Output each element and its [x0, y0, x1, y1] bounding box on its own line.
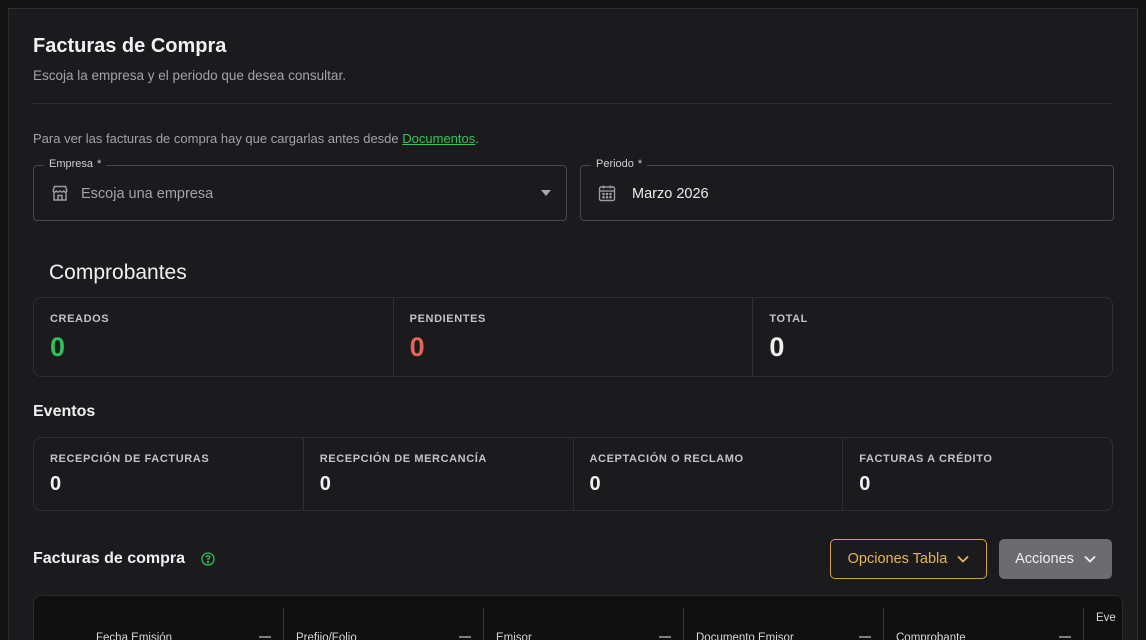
column-label: Emisor [496, 632, 532, 640]
acciones-button[interactable]: Acciones [999, 539, 1112, 579]
empresa-select[interactable]: Empresa * Escoja una empresa [33, 158, 567, 221]
documentos-link[interactable]: Documentos [402, 131, 475, 146]
column-label: Prefijo/Folio [296, 632, 357, 640]
card-label: FACTURAS A CRÉDITO [859, 453, 993, 465]
chevron-down-icon [1084, 551, 1096, 567]
card-label: TOTAL [769, 313, 808, 325]
column-label: Comprobante [896, 632, 966, 640]
periodo-value: Marzo 2026 [632, 186, 709, 202]
facturas-heading: Facturas de compra [33, 550, 186, 567]
notice-suffix: . [475, 131, 479, 146]
column-header-emisor[interactable]: Emisor [484, 596, 683, 640]
page-subtitle: Escoja la empresa y el periodo que desea… [33, 68, 346, 83]
acciones-label: Acciones [1015, 551, 1074, 567]
empresa-placeholder: Escoja una empresa [81, 186, 214, 202]
column-header-prefijo-folio[interactable]: Prefijo/Folio [284, 596, 483, 640]
opciones-tabla-button[interactable]: Opciones Tabla [830, 539, 987, 579]
periodo-label-text: Periodo [596, 158, 634, 170]
chevron-down-icon [957, 551, 969, 567]
stat-card-pendientes: PENDIENTES 0 [394, 298, 754, 376]
page-title: Facturas de Compra [33, 35, 227, 57]
column-label: Documento Emisor [696, 632, 794, 640]
required-mark: * [97, 158, 102, 170]
column-label: Fecha Emisión [96, 632, 173, 640]
column-header-comprobante[interactable]: Comprobante [884, 596, 1083, 640]
card-label: CREADOS [50, 313, 110, 325]
card-value: 0 [50, 332, 66, 362]
event-card: RECEPCIÓN DE MERCANCÍA 0 [304, 438, 574, 510]
dropdown-arrow-icon[interactable] [541, 190, 551, 196]
periodo-label: Periodo * [591, 158, 648, 170]
filter-icon[interactable] [258, 634, 272, 640]
eventos-cards: RECEPCIÓN DE FACTURAS 0 RECEPCIÓN DE MER… [33, 437, 1113, 511]
help-circle-icon[interactable] [201, 552, 215, 566]
filter-icon[interactable] [658, 634, 672, 640]
card-label: RECEPCIÓN DE FACTURAS [50, 453, 210, 465]
card-value: 0 [859, 473, 871, 495]
filter-icon[interactable] [858, 634, 872, 640]
opciones-tabla-label: Opciones Tabla [847, 551, 948, 567]
eventos-heading: Eventos [33, 403, 96, 420]
filter-icon[interactable] [458, 634, 472, 640]
periodo-picker[interactable]: Periodo * Marzo 2026 [580, 158, 1114, 221]
card-value: 0 [409, 332, 425, 362]
filter-icon[interactable] [1058, 634, 1072, 640]
event-card: ACEPTACIÓN O RECLAMO 0 [574, 438, 844, 510]
column-header-documento-emisor[interactable]: Documento Emisor [684, 596, 883, 640]
card-label: RECEPCIÓN DE MERCANCÍA [319, 453, 487, 465]
column-label: Eve [1096, 612, 1116, 624]
header-divider [33, 103, 1113, 104]
facturas-table-header: Fecha Emisión Prefijo/Folio Emisor Docum… [33, 595, 1123, 640]
comprobantes-cards: CREADOS 0 PENDIENTES 0 TOTAL 0 [33, 297, 1113, 377]
card-value: 0 [769, 332, 785, 362]
card-value: 0 [589, 473, 601, 495]
notice-text: Para ver las facturas de compra hay que … [33, 131, 403, 146]
event-card: RECEPCIÓN DE FACTURAS 0 [34, 438, 304, 510]
required-mark: * [637, 158, 643, 170]
event-card: FACTURAS A CRÉDITO 0 [843, 438, 1112, 510]
column-header-fecha-emision[interactable]: Fecha Emisión [34, 596, 283, 640]
main-panel: Facturas de Compra Escoja la empresa y e… [8, 8, 1138, 640]
calendar-icon[interactable] [597, 183, 617, 203]
card-label: PENDIENTES [409, 313, 486, 325]
comprobantes-heading: Comprobantes [49, 261, 187, 284]
load-notice: Para ver las facturas de compra hay que … [33, 131, 479, 146]
card-label: ACEPTACIÓN O RECLAMO [589, 453, 744, 465]
empresa-label: Empresa * [44, 158, 107, 170]
card-value: 0 [319, 473, 331, 495]
store-icon [50, 183, 70, 203]
stat-card-creados: CREADOS 0 [34, 298, 394, 376]
column-header-eventos[interactable]: Eve [1084, 596, 1124, 640]
stat-card-total: TOTAL 0 [753, 298, 1112, 376]
empresa-label-text: Empresa [49, 158, 94, 170]
card-value: 0 [50, 473, 62, 495]
